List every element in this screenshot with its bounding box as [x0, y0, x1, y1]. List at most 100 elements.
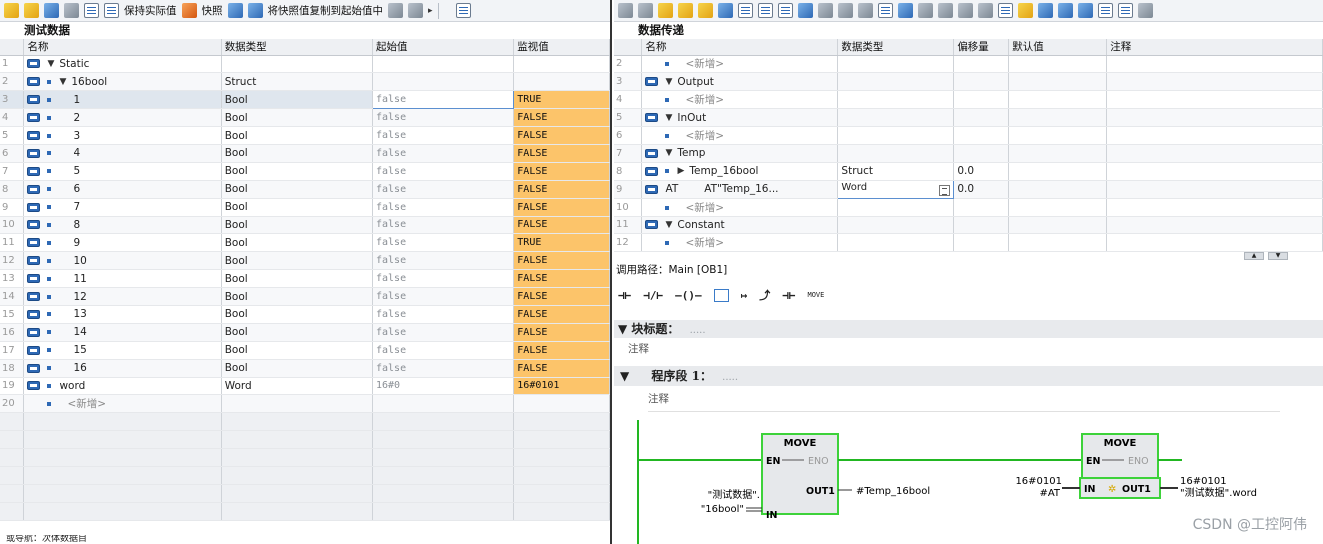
- name-cell[interactable]: ▼ Constant: [641, 216, 839, 235]
- add-new-placeholder[interactable]: <新增>: [685, 237, 724, 249]
- default-value-cell[interactable]: [1008, 162, 1108, 181]
- col-header-monitor[interactable]: 监视值: [513, 39, 610, 56]
- comment-cell[interactable]: [1106, 126, 1323, 145]
- data-type-cell[interactable]: Word: [837, 179, 955, 199]
- table-row[interactable]: 2 <新增>: [614, 55, 1323, 74]
- grid-icon[interactable]: [758, 3, 773, 18]
- start-value-cell[interactable]: false: [372, 216, 515, 235]
- dropdown-icon[interactable]: [939, 185, 951, 197]
- table-row[interactable]: 19 word Word 16#0 16#0101: [0, 377, 610, 396]
- start-value-cell[interactable]: false: [372, 233, 515, 253]
- table-row[interactable]: 14 12 Bool false FALSE: [0, 287, 610, 306]
- comment-cell[interactable]: [1106, 162, 1323, 181]
- data-type-cell[interactable]: [221, 55, 373, 74]
- data-type-cell[interactable]: Bool: [221, 216, 373, 235]
- go-to-icon[interactable]: [918, 3, 933, 18]
- wrap-icon[interactable]: [1098, 3, 1113, 18]
- default-value-cell[interactable]: [1008, 144, 1108, 163]
- default-value-cell[interactable]: [1008, 55, 1108, 74]
- snapshot-button[interactable]: 快照: [202, 3, 223, 18]
- close-branch-icon[interactable]: ⤴: [759, 287, 770, 303]
- comment-cell[interactable]: [1106, 180, 1323, 199]
- table-row[interactable]: 18 16 Bool false FALSE: [0, 359, 610, 378]
- name-cell[interactable]: <新增>: [641, 233, 839, 253]
- toolbar-overflow-icon[interactable]: ▸: [428, 6, 433, 16]
- table-row[interactable]: 6 <新增>: [614, 126, 1323, 145]
- name-cell[interactable]: <新增>: [641, 55, 839, 74]
- table-row[interactable]: 20 <新增>: [0, 394, 610, 414]
- add-new-placeholder[interactable]: <新增>: [685, 94, 724, 106]
- collapsed-arrow-icon[interactable]: ▶: [677, 166, 684, 176]
- start-value-cell[interactable]: [372, 55, 515, 74]
- insert-row-icon[interactable]: [658, 3, 673, 18]
- insert-network-icon[interactable]: [698, 3, 713, 18]
- move-1-in-operand-2[interactable]: "16bool": [701, 504, 744, 515]
- col-header-start[interactable]: 起始值: [372, 39, 515, 56]
- comment-cell[interactable]: [1106, 72, 1323, 92]
- table-row[interactable]: 12 10 Bool false FALSE: [0, 251, 610, 271]
- default-value-cell[interactable]: [1008, 108, 1108, 128]
- indent-icon[interactable]: [1038, 3, 1053, 18]
- block-comment[interactable]: 注释: [628, 341, 649, 356]
- table-row[interactable]: 9 7 Bool false FALSE: [0, 198, 610, 217]
- table-row[interactable]: 8 ▶ Temp_16bool Struct 0.0: [614, 162, 1323, 181]
- data-type-cell[interactable]: Bool: [221, 144, 373, 163]
- absolute-address-icon[interactable]: [878, 3, 893, 18]
- start-value-cell[interactable]: false: [372, 108, 515, 128]
- empty-box-icon[interactable]: [713, 288, 729, 302]
- data-type-cell[interactable]: Bool: [221, 323, 373, 342]
- next-error-icon[interactable]: [958, 3, 973, 18]
- network-title-placeholder[interactable]: .....: [722, 372, 738, 383]
- load-start-icon[interactable]: [388, 3, 403, 18]
- table-row[interactable]: 17 15 Bool false FALSE: [0, 341, 610, 360]
- comment-cell[interactable]: [1106, 108, 1323, 128]
- data-type-cell[interactable]: Bool: [221, 359, 373, 378]
- name-cell[interactable]: 14: [23, 323, 222, 342]
- collapse-icon[interactable]: ▼: [618, 322, 627, 336]
- previous-error-icon[interactable]: [938, 3, 953, 18]
- open-all-icon[interactable]: [818, 3, 833, 18]
- col-header-offset[interactable]: 偏移量: [953, 39, 1010, 56]
- data-type-cell[interactable]: Bool: [221, 233, 373, 253]
- table-row[interactable]: 8 6 Bool false FALSE: [0, 180, 610, 199]
- default-value-cell[interactable]: [1008, 72, 1108, 92]
- move-1-out-operand[interactable]: #Temp_16bool: [856, 486, 930, 497]
- data-type-cell[interactable]: [837, 233, 955, 253]
- data-type-cell[interactable]: Struct: [837, 162, 955, 181]
- snapshot-icon[interactable]: [181, 3, 197, 18]
- comment-cell[interactable]: [1106, 90, 1323, 110]
- open-branch-icon[interactable]: ↦: [741, 289, 748, 302]
- comment-cell[interactable]: [1106, 233, 1323, 253]
- table-row[interactable]: 5 ▼ InOut: [614, 108, 1323, 128]
- col-header-name[interactable]: 名称: [23, 39, 222, 56]
- data-type-cell[interactable]: [837, 90, 955, 110]
- collapse-icon[interactable]: [64, 3, 79, 18]
- data-type-cell[interactable]: [837, 108, 955, 128]
- start-value-cell[interactable]: false: [372, 305, 515, 324]
- data-type-cell[interactable]: Bool: [221, 126, 373, 145]
- move-2-out-operand[interactable]: "测试数据".word: [1180, 486, 1257, 499]
- table-row[interactable]: 6 4 Bool false FALSE: [0, 144, 610, 163]
- extend-icon[interactable]: [1078, 3, 1093, 18]
- comment-cell[interactable]: [1106, 144, 1323, 163]
- start-value-cell[interactable]: false: [372, 126, 515, 145]
- data-type-cell[interactable]: Bool: [221, 162, 373, 181]
- name-cell[interactable]: 16: [23, 359, 222, 378]
- name-cell[interactable]: 12: [23, 287, 222, 306]
- default-value-cell[interactable]: [1008, 198, 1108, 217]
- table-row[interactable]: 15 13 Bool false FALSE: [0, 305, 610, 324]
- data-type-cell[interactable]: [837, 55, 955, 74]
- comment-cell[interactable]: [1106, 55, 1323, 74]
- start-value-cell[interactable]: false: [372, 251, 515, 271]
- data-type-cell[interactable]: [837, 126, 955, 145]
- col-header-type[interactable]: 数据类型: [221, 39, 373, 56]
- expanded-arrow-icon[interactable]: ▼: [47, 59, 54, 69]
- move-instruction-button[interactable]: MOVE: [808, 291, 825, 299]
- name-cell[interactable]: AT AT"Temp_16...: [641, 180, 839, 199]
- data-type-cell[interactable]: Bool: [221, 305, 373, 324]
- name-cell[interactable]: 6: [23, 180, 222, 199]
- list-view-icon[interactable]: [84, 3, 99, 18]
- default-value-cell[interactable]: [1008, 180, 1108, 199]
- col-header-type[interactable]: 数据类型: [837, 39, 955, 56]
- table-row[interactable]: 7 5 Bool false FALSE: [0, 162, 610, 181]
